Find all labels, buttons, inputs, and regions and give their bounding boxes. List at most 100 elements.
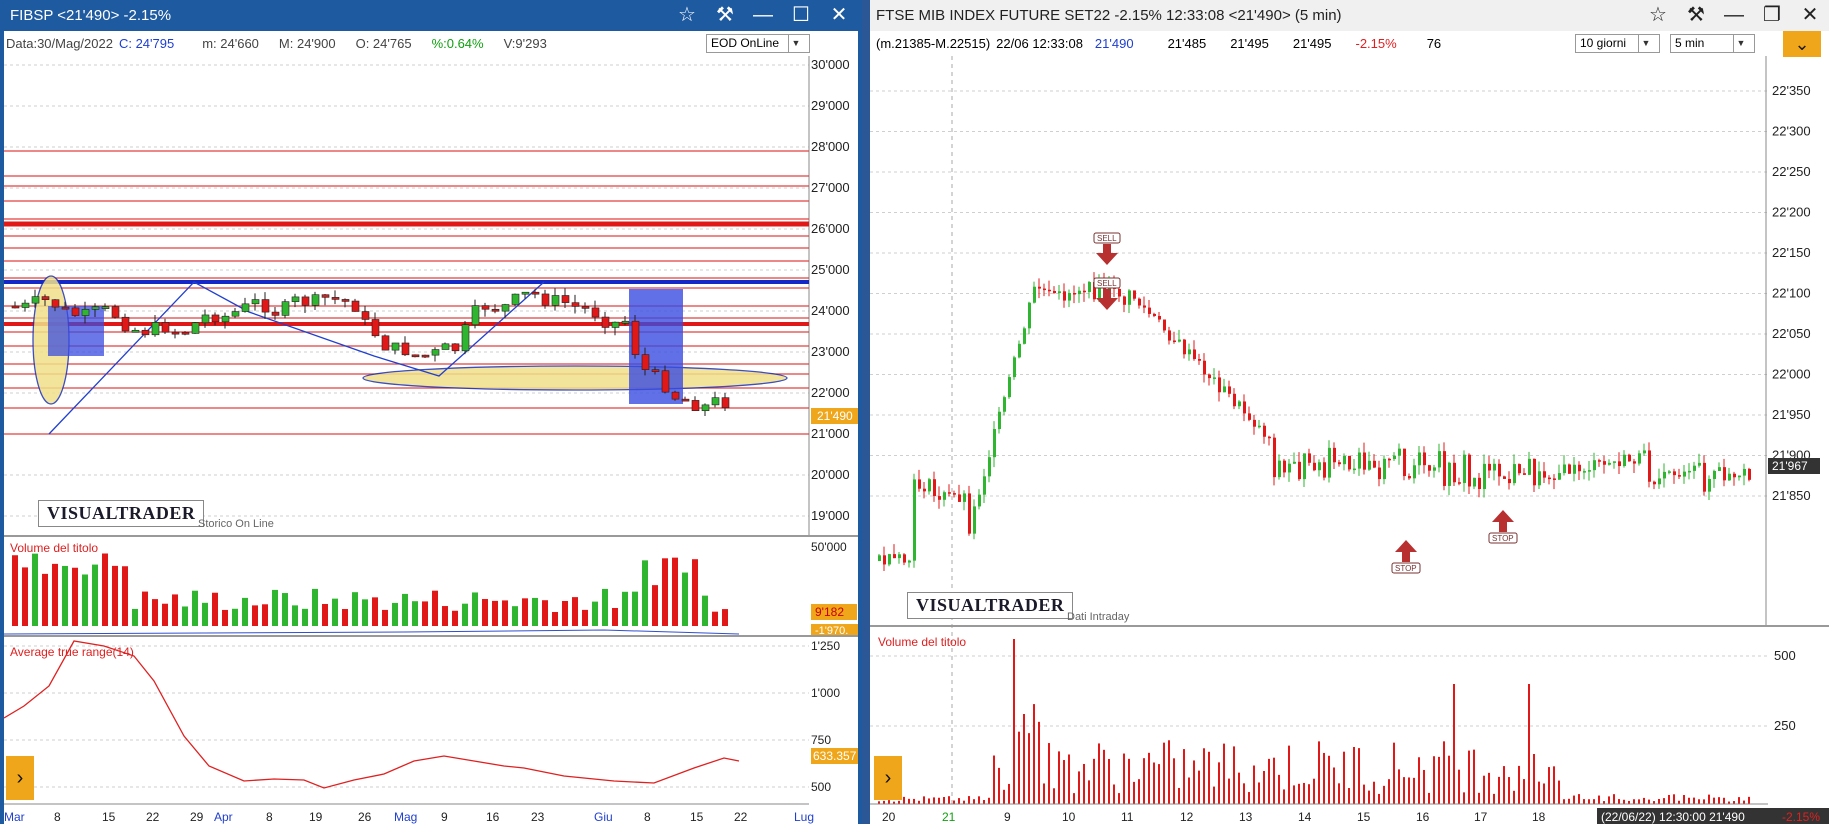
left-info-bar: Data:30/Mag/2022 C: 24'795 m: 24'660 M: … [4, 31, 858, 56]
candle-body [878, 555, 881, 561]
feed-select[interactable]: EOD OnLine ▼ [706, 34, 810, 53]
candle-body [1373, 460, 1376, 468]
candle-body [1448, 462, 1451, 486]
candle-body [51, 299, 60, 308]
minimize-icon[interactable]: — [744, 0, 782, 31]
candle-body [601, 316, 610, 328]
favorite-star-icon[interactable]: ☆ [1639, 0, 1677, 31]
candle-body [1673, 471, 1676, 476]
volume-bar [1278, 774, 1280, 804]
candle-body [411, 354, 420, 358]
candle-body [21, 302, 30, 308]
info-datetime: 22/06 12:33:08 [996, 36, 1083, 51]
tools-hammer-icon[interactable]: ⚒ [706, 0, 744, 31]
period-select[interactable]: 10 giorni ▼ [1575, 34, 1660, 53]
volume-bar [1608, 796, 1610, 804]
candle-body [1318, 462, 1321, 471]
chevron-down-icon[interactable]: ▼ [788, 35, 803, 52]
candle-body [1518, 464, 1521, 474]
price-axis-label: 27'000 [811, 180, 850, 195]
candle-body [1618, 461, 1621, 467]
candle-body [1233, 393, 1236, 407]
right-titlebar[interactable]: FTSE MIB INDEX FUTURE SET22 -2.15% 12:33… [870, 0, 1829, 31]
candle-body [1478, 477, 1481, 490]
candle-body [1118, 288, 1121, 297]
interval-select[interactable]: 5 min ▼ [1670, 34, 1755, 53]
candle-body [1213, 377, 1216, 379]
volume-bar [1523, 779, 1525, 804]
minimize-icon[interactable]: — [1715, 0, 1753, 31]
expand-panel-button[interactable]: › [6, 756, 34, 800]
candle-body [1578, 464, 1581, 472]
volume-bar [1133, 781, 1135, 804]
volume-bar [692, 559, 698, 626]
volume-bar [712, 611, 718, 626]
candle-body [1303, 453, 1306, 480]
candle-body [1623, 454, 1626, 467]
volume-bar [312, 588, 318, 626]
volume-bar [928, 798, 930, 804]
volume-bar [1688, 797, 1690, 804]
volume-average-line [4, 629, 740, 635]
candle-body [923, 488, 926, 492]
candle-body [1708, 478, 1711, 492]
candle-body [1363, 452, 1366, 470]
volume-bar [1128, 758, 1130, 804]
fibsp-chart-window[interactable]: FIBSP <21'490> -2.15% ☆ ⚒ — ☐ ✕ Data:30/… [0, 0, 862, 824]
maximize-icon[interactable]: ☐ [782, 0, 820, 31]
collapse-chevron-button[interactable]: ⌄ [1783, 31, 1821, 57]
candle-body [1058, 291, 1061, 294]
ftsemib-chart-window[interactable]: FTSE MIB INDEX FUTURE SET22 -2.15% 12:33… [870, 0, 1829, 824]
candle-body [11, 305, 20, 309]
candle-body [1683, 471, 1686, 477]
date-axis-label: 11 [1121, 810, 1134, 824]
close-icon[interactable]: ✕ [1791, 0, 1829, 31]
candle-body [1368, 460, 1371, 470]
volume-bar [222, 609, 228, 626]
right-chart-area[interactable]: 22'350 22'300 22'250 22'200 22'150 22'100 22'0… [870, 56, 1829, 824]
volume-bar [1648, 799, 1650, 804]
volume-bar [1083, 763, 1085, 804]
left-chart-area[interactable]: 30'000 29'000 28'000 27'000 26'000 25'000 24'0… [4, 56, 858, 824]
candle-body [291, 296, 300, 302]
candle-body [391, 342, 400, 351]
candle-body [913, 479, 916, 561]
status-label: (22/06/22) 12:30:00 21'490 [1601, 810, 1745, 824]
highlight-ellipse [362, 365, 788, 391]
volume-bar [1368, 790, 1370, 804]
candle-body [1728, 473, 1731, 481]
candle-body [1013, 357, 1016, 378]
volume-bar [262, 604, 268, 626]
chevron-down-icon[interactable]: ▼ [1733, 35, 1748, 52]
volume-axis-label: 500 [1774, 648, 1796, 663]
volume-bar [1623, 799, 1625, 804]
date-axis-label: 29 [190, 810, 204, 824]
candle-body [211, 314, 220, 323]
left-titlebar[interactable]: FIBSP <21'490> -2.15% ☆ ⚒ — ☐ ✕ [4, 0, 858, 31]
volume-bar [1108, 758, 1110, 804]
volume-bar [1053, 788, 1055, 804]
info-min: m: 24'660 [202, 36, 259, 51]
candle-body [1438, 451, 1441, 468]
volume-bar [202, 602, 208, 626]
candle-body [541, 293, 550, 306]
chevron-down-icon[interactable]: ▼ [1638, 35, 1653, 52]
volume-bar [702, 595, 708, 626]
expand-panel-button[interactable]: › [874, 756, 902, 800]
volume-bar [322, 603, 328, 626]
volume-bar [978, 796, 980, 804]
volume-bar [1573, 795, 1575, 804]
candle-body [1163, 319, 1166, 331]
candle-body [1048, 289, 1051, 292]
restore-icon[interactable]: ❐ [1753, 0, 1791, 31]
right-window-title: FTSE MIB INDEX FUTURE SET22 -2.15% 12:33… [876, 7, 1342, 24]
volume-bar [442, 606, 448, 626]
candle-body [1498, 463, 1501, 477]
candle-body [1378, 467, 1381, 480]
date-axis-label: 13 [1239, 810, 1253, 824]
favorite-star-icon[interactable]: ☆ [668, 0, 706, 31]
volume-bar [652, 585, 658, 626]
close-icon[interactable]: ✕ [820, 0, 858, 31]
tools-hammer-icon[interactable]: ⚒ [1677, 0, 1715, 31]
candle-body [1193, 349, 1196, 360]
